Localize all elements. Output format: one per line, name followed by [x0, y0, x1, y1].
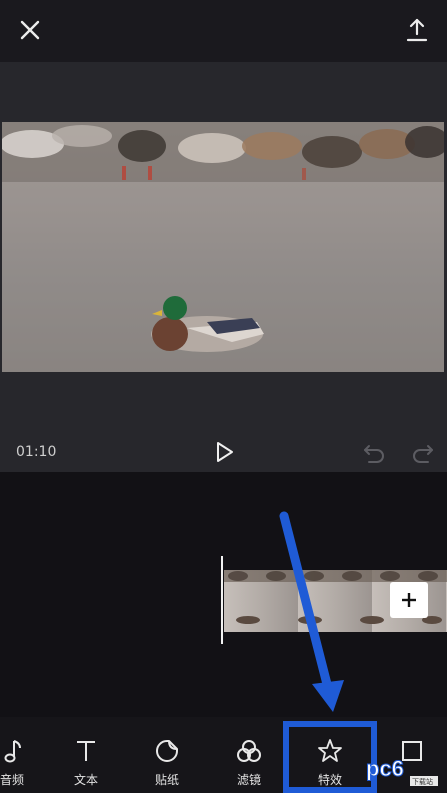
filter-icon — [237, 740, 261, 762]
toolbar-item-text[interactable]: 文本 — [54, 717, 118, 793]
export-icon[interactable] — [401, 14, 433, 46]
timecode: 01:10 — [16, 444, 57, 460]
sticker-icon — [156, 740, 178, 762]
redo-icon[interactable] — [410, 440, 436, 464]
toolbar-label: 贴纸 — [154, 773, 179, 787]
svg-text:pc6: pc6 — [366, 756, 404, 781]
top-bar — [0, 0, 447, 62]
video-preview[interactable] — [2, 122, 444, 372]
watermark-logo: pc6 下载站 — [360, 752, 440, 792]
add-clip-button[interactable] — [390, 582, 428, 618]
toolbar-item-effects[interactable]: 特效 — [298, 717, 362, 793]
plus-icon — [402, 593, 416, 607]
toolbar-item-sticker[interactable]: 贴纸 — [135, 717, 199, 793]
toolbar-label: 音频 — [0, 773, 24, 787]
undo-icon[interactable] — [361, 440, 387, 464]
playhead[interactable] — [221, 556, 223, 644]
play-icon[interactable] — [210, 438, 238, 466]
toolbar-label: 特效 — [317, 773, 342, 787]
svg-text:下载站: 下载站 — [412, 777, 433, 786]
close-icon[interactable] — [14, 14, 46, 46]
toolbar-item-filter[interactable]: 滤镜 — [217, 717, 281, 793]
music-note-icon — [4, 740, 21, 763]
text-icon — [77, 741, 95, 761]
toolbar-item-audio[interactable]: 音频 — [0, 717, 44, 793]
toolbar-label: 文本 — [73, 773, 98, 787]
star-effect-icon — [318, 739, 342, 762]
toolbar-label: 滤镜 — [236, 773, 261, 787]
